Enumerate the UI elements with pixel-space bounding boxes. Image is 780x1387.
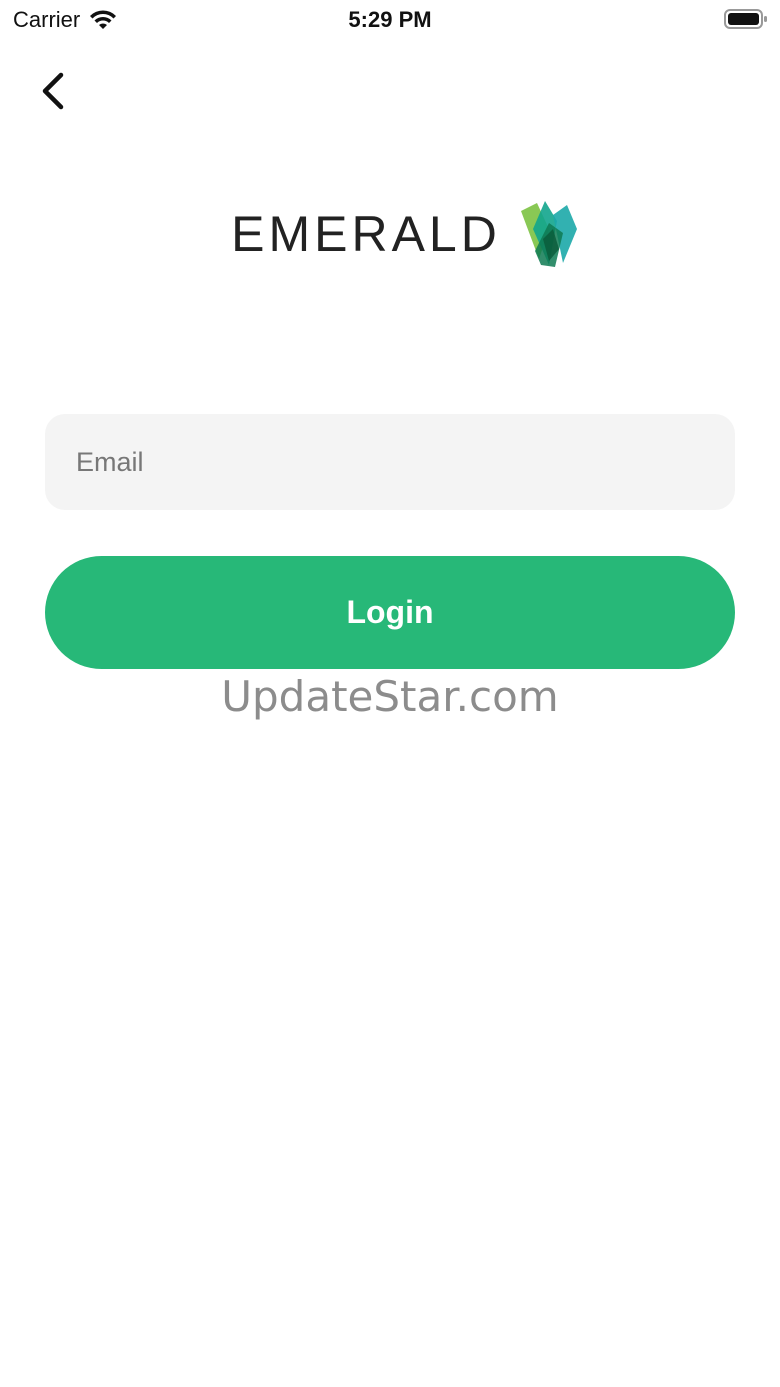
status-bar: Carrier 5:29 PM (0, 0, 780, 40)
chevron-left-icon (42, 72, 64, 110)
email-field[interactable] (45, 414, 735, 510)
logo-text: EMERALD (231, 206, 501, 262)
status-time: 5:29 PM (348, 7, 432, 32)
watermark-text: UpdateStar.com (221, 672, 559, 721)
battery-icon (724, 9, 767, 29)
back-button[interactable] (30, 66, 76, 116)
emerald-logo: EMERALD (0, 196, 780, 272)
emerald-crystal-icon (520, 201, 577, 267)
login-screen: Carrier 5:29 PM EMERALD Login (0, 0, 780, 1387)
login-button[interactable]: Login (45, 556, 735, 669)
